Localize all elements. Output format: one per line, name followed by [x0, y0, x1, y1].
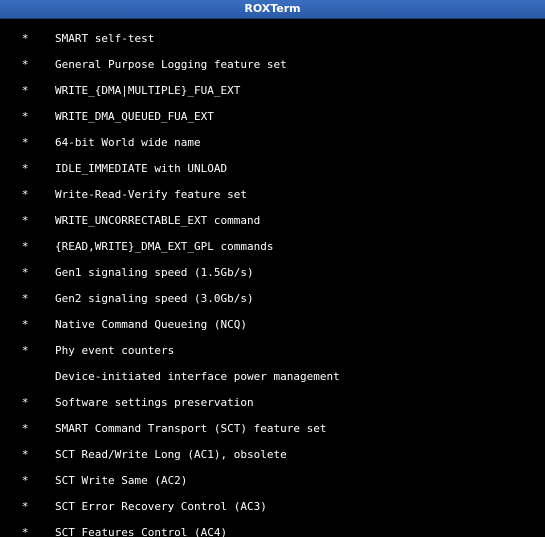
feature-line: * SCT Write Same (AC2) [2, 474, 543, 487]
feature-line: * General Purpose Logging feature set [2, 58, 543, 71]
feature-line: * WRITE_{DMA|MULTIPLE}_FUA_EXT [2, 84, 543, 97]
feature-line: * Software settings preservation [2, 396, 543, 409]
feature-line: * {READ,WRITE}_DMA_EXT_GPL commands [2, 240, 543, 253]
window-titlebar[interactable]: ROXTerm [0, 0, 545, 19]
feature-line: * SMART Command Transport (SCT) feature … [2, 422, 543, 435]
feature-line: * Phy event counters [2, 344, 543, 357]
feature-line: * Gen2 signaling speed (3.0Gb/s) [2, 292, 543, 305]
title-text: ROXTerm [244, 2, 300, 15]
feature-line: * Write-Read-Verify feature set [2, 188, 543, 201]
feature-line: * 64-bit World wide name [2, 136, 543, 149]
feature-line: * Gen1 signaling speed (1.5Gb/s) [2, 266, 543, 279]
feature-line: * WRITE_DMA_QUEUED_FUA_EXT [2, 110, 543, 123]
feature-line: * SCT Features Control (AC4) [2, 526, 543, 537]
feature-line: * SCT Error Recovery Control (AC3) [2, 500, 543, 513]
terminal-output[interactable]: * SMART self-test * General Purpose Logg… [0, 19, 545, 537]
feature-line: * IDLE_IMMEDIATE with UNLOAD [2, 162, 543, 175]
feature-line: * SCT Read/Write Long (AC1), obsolete [2, 448, 543, 461]
feature-line: Device-initiated interface power managem… [2, 370, 543, 383]
feature-line: * SMART self-test [2, 32, 543, 45]
feature-line: * Native Command Queueing (NCQ) [2, 318, 543, 331]
feature-line: * WRITE_UNCORRECTABLE_EXT command [2, 214, 543, 227]
